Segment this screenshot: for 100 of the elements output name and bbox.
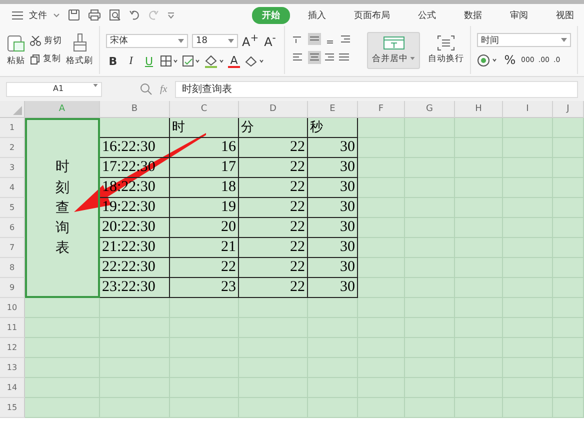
table-cell: 17 <box>170 158 239 178</box>
column-header[interactable]: E <box>308 101 358 118</box>
row-header[interactable]: 11 <box>0 318 25 338</box>
empty-cell <box>455 378 503 398</box>
row-header[interactable]: 13 <box>0 358 25 378</box>
column-header[interactable]: I <box>503 101 553 118</box>
borders-icon[interactable] <box>160 55 178 67</box>
empty-cell <box>405 258 455 278</box>
format-painter-button[interactable]: 格式刷 <box>66 33 93 67</box>
empty-cell <box>503 138 553 158</box>
row-header[interactable]: 4 <box>0 178 25 198</box>
empty-cell <box>503 178 553 198</box>
empty-cell <box>239 298 308 318</box>
grow-font-button[interactable]: A$^{+}$ <box>242 32 258 48</box>
empty-cell <box>553 198 584 218</box>
ribbon-tab[interactable]: 公式 <box>408 6 446 24</box>
column-header[interactable]: F <box>358 101 405 118</box>
cut-button[interactable]: 剪切 <box>30 35 62 47</box>
copy-button[interactable]: 复制 <box>30 53 62 65</box>
row-header[interactable]: 6 <box>0 218 25 238</box>
table-cell: 23:22:30 <box>100 278 170 298</box>
undo-icon[interactable] <box>129 10 140 20</box>
table-cell: 20 <box>170 218 239 238</box>
save-icon[interactable] <box>68 9 80 21</box>
font-color-button[interactable]: A <box>228 54 240 68</box>
underline-button[interactable]: U <box>142 54 156 68</box>
empty-cell <box>503 318 553 338</box>
name-box[interactable]: A1 <box>6 82 102 96</box>
empty-cell <box>100 358 170 378</box>
bold-button[interactable]: B <box>106 54 120 68</box>
row-header[interactable]: 2 <box>0 138 25 158</box>
row-header[interactable]: 9 <box>0 278 25 298</box>
empty-cell <box>100 118 170 138</box>
shrink-font-button[interactable]: A$^{-}$ <box>262 32 278 48</box>
number-format-dropdown[interactable]: 时间 <box>477 33 571 47</box>
row-header[interactable]: 1 <box>0 118 25 138</box>
table-cell: 30 <box>308 238 358 258</box>
empty-cell <box>503 238 553 258</box>
print-icon[interactable] <box>88 9 101 21</box>
font-size-dropdown[interactable]: 18 <box>192 34 238 48</box>
empty-cell <box>100 318 170 338</box>
row-header[interactable]: 7 <box>0 238 25 258</box>
empty-cell <box>100 298 170 318</box>
empty-cell <box>308 398 358 418</box>
paste-button[interactable]: 粘贴 <box>6 33 26 67</box>
menu-icon[interactable] <box>12 10 23 20</box>
empty-cell <box>455 358 503 378</box>
ribbon-tab[interactable]: 审阅 <box>500 6 538 24</box>
row-header[interactable]: 14 <box>0 378 25 398</box>
table-cell: 30 <box>308 198 358 218</box>
caret-icon[interactable] <box>167 12 175 18</box>
table-cell: 18 <box>170 178 239 198</box>
column-header[interactable]: C <box>170 101 239 118</box>
formula-field[interactable]: 时刻查询表 <box>175 80 578 98</box>
empty-cell <box>455 198 503 218</box>
empty-cell <box>455 258 503 278</box>
table-cell: 30 <box>308 178 358 198</box>
wrap-text-button[interactable]: 自动换行 <box>428 35 464 65</box>
row-header[interactable]: 12 <box>0 338 25 358</box>
column-header[interactable]: H <box>455 101 503 118</box>
row-header[interactable]: 10 <box>0 298 25 318</box>
empty-cell <box>553 178 584 198</box>
empty-cell <box>455 138 503 158</box>
percent-button[interactable]: % <box>503 53 517 67</box>
fill-bucket-icon[interactable] <box>204 54 224 68</box>
caret-icon <box>410 57 415 60</box>
file-menu[interactable]: 文件 <box>29 8 47 22</box>
eraser-icon[interactable] <box>244 55 264 67</box>
ribbon-tab[interactable]: 视图 <box>546 6 584 24</box>
column-header[interactable]: G <box>405 101 455 118</box>
font-name-dropdown[interactable]: 宋体 <box>106 34 188 48</box>
row-header[interactable]: 5 <box>0 198 25 218</box>
empty-cell <box>553 338 584 358</box>
row-header[interactable]: 8 <box>0 258 25 278</box>
function-label[interactable]: fx <box>160 84 168 94</box>
ribbon-tab[interactable]: 插入 <box>298 6 336 24</box>
row-header[interactable]: 15 <box>0 398 25 418</box>
ribbon-tab[interactable]: 数据 <box>454 6 492 24</box>
empty-cell <box>553 318 584 338</box>
zoom-icon[interactable] <box>140 83 152 95</box>
cell-style-icon[interactable] <box>182 55 200 67</box>
table-cell: 22 <box>170 258 239 278</box>
table-cell: 22 <box>239 238 308 258</box>
row-header[interactable]: 3 <box>0 158 25 178</box>
caret-icon[interactable] <box>53 12 60 18</box>
empty-cell <box>503 338 553 358</box>
print-preview-icon[interactable] <box>109 9 121 21</box>
empty-cell <box>170 358 239 378</box>
column-header[interactable]: B <box>100 101 170 118</box>
ribbon-tab[interactable]: 页面布局 <box>344 6 400 24</box>
empty-cell <box>503 158 553 178</box>
merge-center-button[interactable]: 合并居中 <box>367 32 420 68</box>
ribbon-tab[interactable]: 开始 <box>252 6 290 24</box>
empty-cell <box>503 378 553 398</box>
column-header[interactable]: D <box>239 101 308 118</box>
empty-cell <box>553 218 584 238</box>
table-cell: 30 <box>308 138 358 158</box>
italic-button[interactable]: I <box>124 55 138 67</box>
empty-cell <box>358 178 405 198</box>
column-header[interactable]: J <box>553 101 584 118</box>
